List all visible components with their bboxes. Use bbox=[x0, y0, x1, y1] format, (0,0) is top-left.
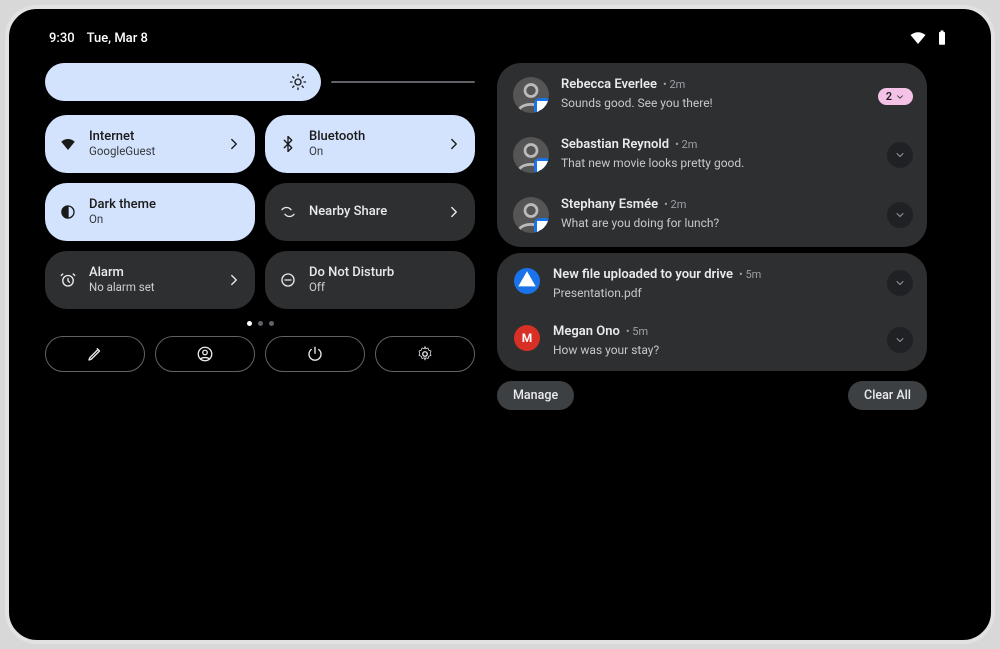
wifi-icon bbox=[59, 135, 77, 153]
notification-age: 5m bbox=[632, 325, 648, 338]
notification-group-messages: Rebecca Everlee • 2m Sounds good. See yo… bbox=[497, 63, 927, 247]
status-bar: 9:30 Tue, Mar 8 bbox=[45, 27, 955, 63]
notification-title: New file uploaded to your drive bbox=[553, 267, 733, 283]
alarm-icon bbox=[59, 271, 77, 289]
tile-alarm[interactable]: Alarm No alarm set bbox=[45, 251, 255, 309]
quick-settings-tiles: Internet GoogleGuest Bluetooth On bbox=[45, 115, 475, 309]
notification-item[interactable]: Sebastian Reynold • 2m That new movie lo… bbox=[501, 127, 923, 183]
user-button[interactable] bbox=[155, 336, 255, 372]
clear-all-button[interactable]: Clear All bbox=[848, 381, 927, 410]
expand-button[interactable] bbox=[887, 327, 913, 353]
tile-label: Alarm bbox=[89, 266, 155, 281]
tile-label: Nearby Share bbox=[309, 205, 387, 220]
tile-do-not-disturb[interactable]: Do Not Disturb Off bbox=[265, 251, 475, 309]
notification-age: 2m bbox=[671, 198, 687, 211]
notification-item[interactable]: M Megan Ono • 5m How was your stay? bbox=[501, 314, 923, 367]
wifi-icon bbox=[909, 29, 927, 47]
messages-app-icon bbox=[534, 158, 549, 173]
chevron-right-icon bbox=[445, 203, 463, 221]
pager-dot[interactable] bbox=[258, 321, 263, 326]
expand-button[interactable] bbox=[887, 202, 913, 228]
notification-sender: Stephany Esmée bbox=[561, 197, 658, 213]
chevron-right-icon bbox=[225, 271, 243, 289]
brightness-slider[interactable] bbox=[45, 63, 475, 101]
tile-dark-theme[interactable]: Dark theme On bbox=[45, 183, 255, 241]
gmail-app-icon: M bbox=[513, 324, 541, 352]
pager-dot[interactable] bbox=[247, 321, 252, 326]
footer-actions bbox=[45, 336, 475, 372]
notification-sender: Megan Ono bbox=[553, 324, 620, 340]
tile-sublabel: GoogleGuest bbox=[89, 145, 155, 158]
quick-settings-panel: Internet GoogleGuest Bluetooth On bbox=[45, 63, 475, 410]
tile-sublabel: Off bbox=[309, 281, 394, 294]
expand-button[interactable] bbox=[887, 270, 913, 296]
status-time: 9:30 bbox=[49, 31, 75, 46]
tablet-frame: 9:30 Tue, Mar 8 bbox=[5, 5, 995, 644]
notification-age: 2m bbox=[669, 78, 685, 91]
tile-nearby-share[interactable]: Nearby Share bbox=[265, 183, 475, 241]
edit-button[interactable] bbox=[45, 336, 145, 372]
avatar bbox=[513, 137, 549, 173]
brightness-track-remainder bbox=[331, 81, 475, 83]
avatar bbox=[513, 197, 549, 233]
power-button[interactable] bbox=[265, 336, 365, 372]
notification-item[interactable]: Stephany Esmée • 2m What are you doing f… bbox=[501, 187, 923, 243]
notification-body: How was your stay? bbox=[553, 343, 659, 357]
chevron-right-icon bbox=[445, 135, 463, 153]
nearby-share-icon bbox=[279, 203, 297, 221]
notification-item[interactable]: New file uploaded to your drive • 5m Pre… bbox=[501, 257, 923, 310]
gear-icon bbox=[416, 345, 434, 363]
pager-dot[interactable] bbox=[269, 321, 274, 326]
tile-label: Internet bbox=[89, 130, 155, 145]
tile-sublabel: On bbox=[89, 213, 156, 226]
dark-theme-icon bbox=[59, 203, 77, 221]
settings-button[interactable] bbox=[375, 336, 475, 372]
drive-app-icon bbox=[513, 267, 541, 295]
tile-bluetooth[interactable]: Bluetooth On bbox=[265, 115, 475, 173]
notification-sender: Rebecca Everlee bbox=[561, 77, 657, 93]
notification-body: What are you doing for lunch? bbox=[561, 216, 719, 230]
notification-count-chip[interactable]: 2 bbox=[878, 88, 913, 105]
expand-button[interactable] bbox=[887, 142, 913, 168]
power-icon bbox=[306, 345, 324, 363]
tile-label: Do Not Disturb bbox=[309, 266, 394, 281]
pager-dots bbox=[45, 321, 475, 326]
chevron-right-icon bbox=[225, 135, 243, 153]
notification-age: 2m bbox=[682, 138, 698, 151]
status-date: Tue, Mar 8 bbox=[87, 31, 148, 46]
battery-icon bbox=[933, 29, 951, 47]
brightness-icon bbox=[289, 73, 307, 91]
notification-body: That new movie looks pretty good. bbox=[561, 156, 744, 170]
notification-group-other: New file uploaded to your drive • 5m Pre… bbox=[497, 253, 927, 371]
avatar bbox=[513, 77, 549, 113]
tile-label: Bluetooth bbox=[309, 130, 365, 145]
tile-sublabel: No alarm set bbox=[89, 281, 155, 294]
pencil-icon bbox=[86, 345, 104, 363]
notification-panel: Rebecca Everlee • 2m Sounds good. See yo… bbox=[497, 63, 927, 410]
bluetooth-icon bbox=[279, 135, 297, 153]
notification-item[interactable]: Rebecca Everlee • 2m Sounds good. See yo… bbox=[501, 67, 923, 123]
do-not-disturb-icon bbox=[279, 271, 297, 289]
messages-app-icon bbox=[534, 218, 549, 233]
notification-age: 5m bbox=[745, 268, 761, 281]
user-icon bbox=[196, 345, 214, 363]
notification-sender: Sebastian Reynold bbox=[561, 137, 669, 153]
notification-body: Presentation.pdf bbox=[553, 286, 761, 300]
tile-label: Dark theme bbox=[89, 198, 156, 213]
tile-sublabel: On bbox=[309, 145, 365, 158]
messages-app-icon bbox=[534, 98, 549, 113]
notification-body: Sounds good. See you there! bbox=[561, 96, 713, 110]
manage-button[interactable]: Manage bbox=[497, 381, 574, 410]
tile-internet[interactable]: Internet GoogleGuest bbox=[45, 115, 255, 173]
